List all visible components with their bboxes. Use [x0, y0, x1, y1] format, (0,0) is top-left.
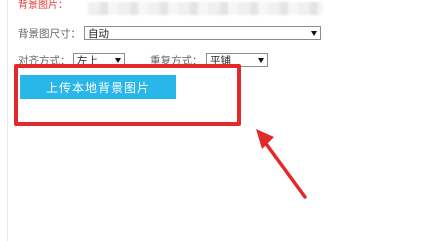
background-image-label: 背景图片： [18, 0, 68, 11]
size-label: 背景图尺寸： [18, 27, 81, 40]
size-select[interactable]: 自动 [84, 26, 321, 40]
annotation-arrow-icon [256, 129, 307, 199]
highlight-box [14, 64, 241, 126]
chevron-down-icon [311, 31, 317, 36]
background-image-row: 背景图片： [18, 0, 68, 12]
size-select-value: 自动 [88, 28, 109, 40]
chevron-down-icon [115, 58, 121, 63]
chevron-down-icon [258, 58, 264, 63]
size-row: 背景图尺寸： [18, 25, 81, 41]
left-divider [7, 0, 8, 241]
blurred-field [88, 2, 323, 15]
